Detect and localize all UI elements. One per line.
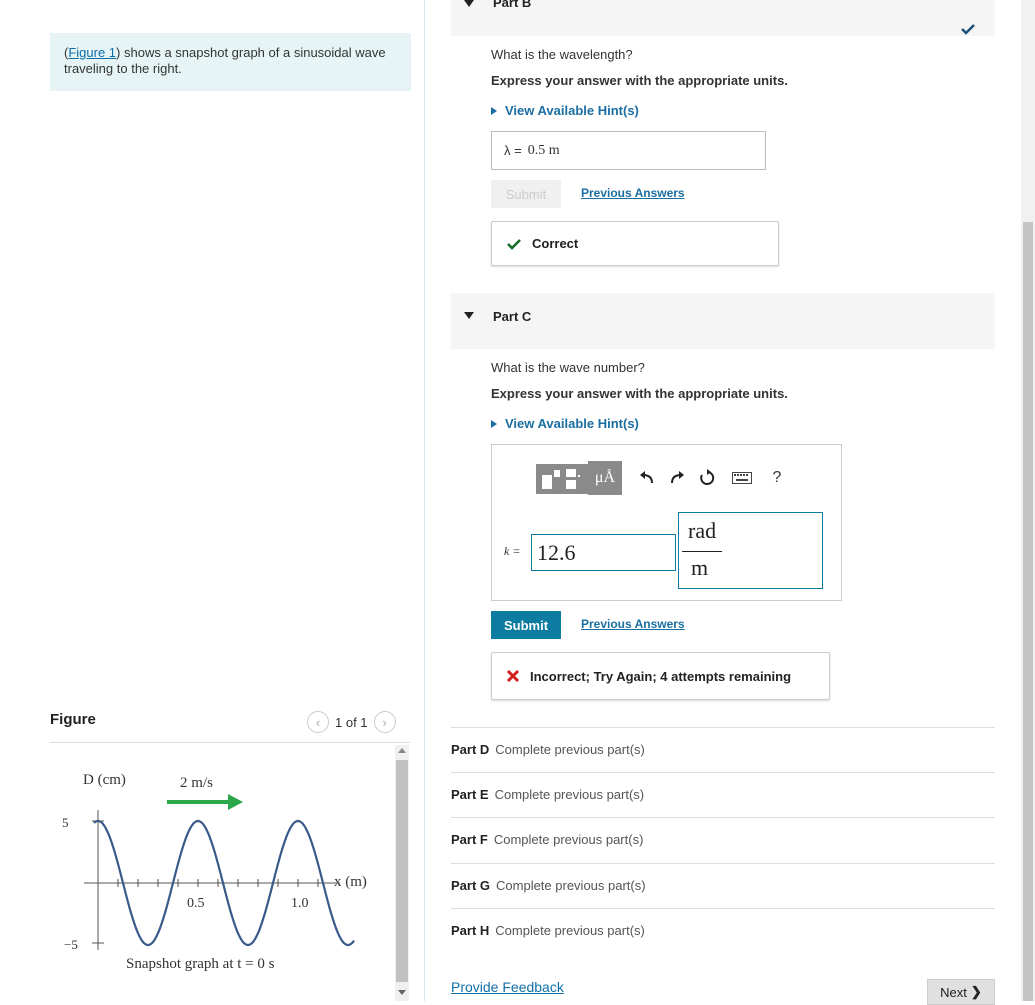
templates-icon[interactable] [530,459,588,497]
part-b-instruction: Express your answer with the appropriate… [491,73,788,88]
mu-angstrom-icon[interactable]: μÅ [588,461,622,495]
part-c-label: Part C [493,309,532,324]
part-c-instruction: Express your answer with the appropriate… [491,386,788,401]
figure-page-count: 1 of 1 [335,714,368,730]
part-b-answer-box: λ = 0.5 m [491,131,766,170]
speed-label: 2 m/s [180,775,213,791]
chevron-right-icon: ❯ [970,984,982,999]
part-b-header[interactable]: Part B [451,0,995,36]
part-b-label: Part B [493,0,532,10]
value-input[interactable]: 12.6 [531,534,676,571]
figure-scroll-down-icon[interactable] [398,990,406,995]
part-b-question: What is the wavelength? [491,47,633,62]
snapshot-graph: D (cm) 2 m/s x (m) 5 −5 0.5 1.0 Snapshot… [62,772,367,972]
part-b-hint-toggle[interactable]: View Available Hint(s) [491,103,639,118]
unit-numerator: rad [688,518,717,543]
divider [451,863,995,864]
figure-scroll-up-icon[interactable] [398,748,406,753]
column-divider [424,0,425,1001]
x-tick-1-0: 1.0 [291,896,309,911]
collapse-caret-icon[interactable] [464,312,474,319]
provide-feedback-link[interactable]: Provide Feedback [451,979,564,995]
divider [451,817,995,818]
part-b-submit-button[interactable]: Submit [491,180,561,208]
part-c-header[interactable]: Part C [451,293,995,349]
figure-divider [50,742,410,743]
expand-triangle-icon [491,106,497,115]
divider [451,727,995,728]
part-b-feedback: Correct [491,221,779,266]
y-axis-label: D (cm) [83,772,126,788]
figure-title: Figure [50,711,96,728]
part-e-row: Part E Complete previous part(s) [451,787,645,802]
incorrect-x-icon [506,669,520,683]
part-g-row: Part G Complete previous part(s) [451,878,646,893]
lambda-symbol: λ = [504,143,522,158]
part-f-row: Part F Complete previous part(s) [451,832,644,847]
figure-scroll-thumb[interactable] [396,760,408,982]
reset-icon[interactable] [692,459,722,497]
figure-prev-button[interactable]: ‹ [307,711,329,733]
part-c-hint-toggle[interactable]: View Available Hint(s) [491,416,639,431]
divider [451,772,995,773]
velocity-arrowhead [228,794,243,810]
unit-denominator: m [691,555,709,580]
k-symbol: k = [504,544,521,558]
part-c-previous-answers-link[interactable]: Previous Answers [581,617,685,631]
part-h-row: Part H Complete previous part(s) [451,923,645,938]
undo-icon[interactable] [632,459,662,497]
part-b-previous-answers-link[interactable]: Previous Answers [581,186,685,200]
divider [451,908,995,909]
part-d-row: Part D Complete previous part(s) [451,742,645,757]
correct-check-icon [507,238,521,250]
problem-intro: (Figure 1) shows a snapshot graph of a s… [50,33,411,91]
next-button[interactable]: Next ❯ [927,979,995,1005]
figure-next-button[interactable]: › [373,711,396,733]
math-toolbar: μÅ ? [530,459,792,497]
figure-pager: ‹ 1 of 1 › [307,711,396,733]
units-input[interactable]: rad m [678,512,823,589]
checkmark-icon [961,24,975,35]
fraction-bar [682,551,722,552]
part-b-answer: 0.5 m [527,142,560,158]
expand-triangle-icon [491,419,497,428]
part-c-feedback: Incorrect; Try Again; 4 attempts remaini… [491,652,830,700]
keyboard-icon[interactable] [722,459,762,497]
figure-link[interactable]: Figure 1 [68,45,116,60]
help-icon[interactable]: ? [762,459,792,497]
part-c-submit-button[interactable]: Submit [491,611,561,639]
y-tick-neg5: −5 [64,937,78,952]
x-axis-label: x (m) [334,874,367,890]
y-tick-5: 5 [62,815,69,830]
redo-icon[interactable] [662,459,692,497]
x-tick-0-5: 0.5 [187,896,205,911]
part-c-question: What is the wave number? [491,360,645,375]
page-scroll-thumb[interactable] [1023,222,1033,1001]
collapse-caret-icon[interactable] [464,0,474,7]
graph-caption: Snapshot graph at t = 0 s [126,956,275,972]
